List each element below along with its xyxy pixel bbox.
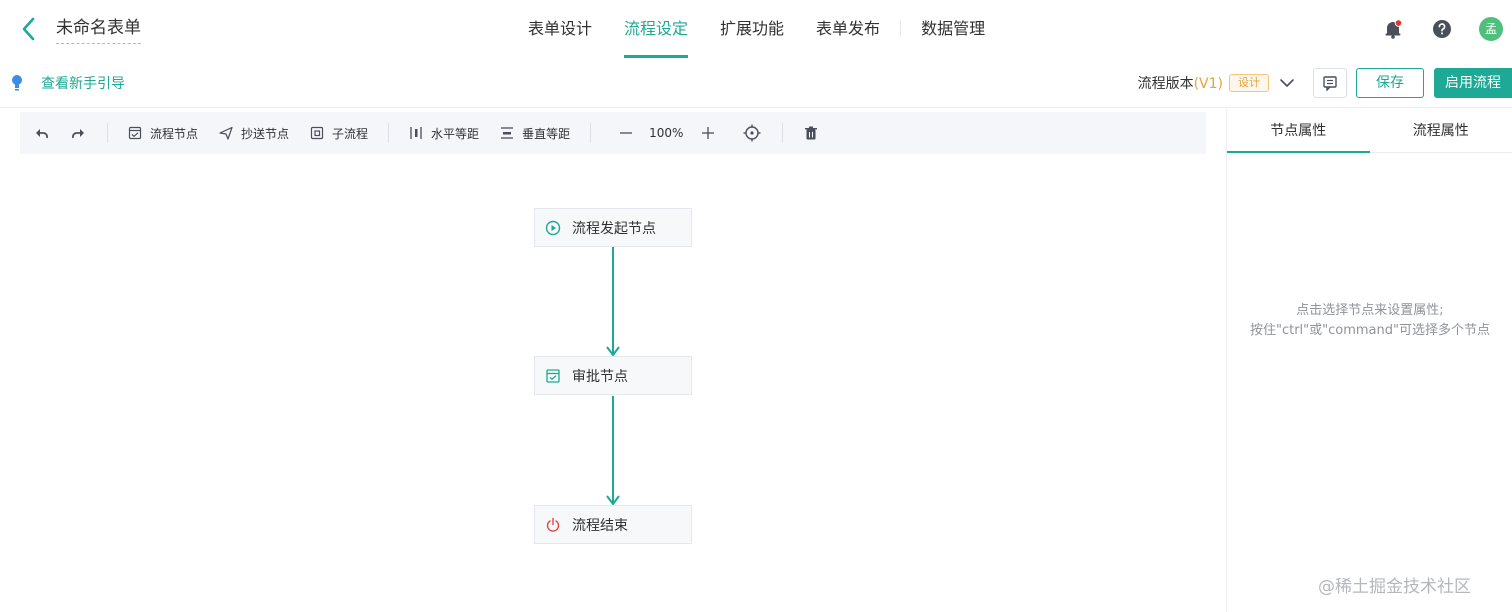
- play-circle-icon: [545, 220, 561, 235]
- edge-start-to-approve[interactable]: [606, 247, 620, 356]
- guide-link[interactable]: 查看新手引导: [10, 73, 125, 93]
- approve-icon: [546, 368, 560, 383]
- lightbulb-icon: [12, 75, 22, 91]
- tab-divider: [900, 21, 902, 37]
- avatar-text: 孟: [1479, 17, 1503, 41]
- chevron-down-icon[interactable]: [1279, 75, 1295, 91]
- flow-node-label: 流程发起节点: [572, 220, 656, 237]
- edge-approve-to-end[interactable]: [606, 396, 620, 505]
- main-tabs: 表单设计 流程设定 扩展功能 表单发布 数据管理: [512, 0, 1001, 58]
- flow-node-label: 审批节点: [572, 368, 628, 385]
- message-icon: [1323, 76, 1337, 91]
- version-status-badge: 设计: [1229, 74, 1269, 92]
- top-header: 未命名表单 表单设计 流程设定 扩展功能 表单发布 数据管理 孟: [0, 0, 1512, 58]
- watermark: @稀土掘金技术社区: [1318, 577, 1471, 597]
- flow-node-approve[interactable]: 审批节点: [534, 356, 692, 395]
- tab-form-design[interactable]: 表单设计: [512, 0, 608, 58]
- version-actions: 流程版本(V1) 设计 保存 启用流程: [1138, 68, 1512, 98]
- tab-process-settings[interactable]: 流程设定: [608, 0, 704, 58]
- form-title[interactable]: 未命名表单: [56, 17, 141, 44]
- save-button[interactable]: 保存: [1356, 68, 1424, 98]
- panel-empty-hint: 点击选择节点来设置属性; 按住"ctrl"或"command"可选择多个节点: [1227, 301, 1512, 341]
- hint-line-1: 点击选择节点来设置属性;: [1296, 303, 1444, 318]
- tab-form-publish[interactable]: 表单发布: [800, 0, 896, 58]
- bell-icon[interactable]: [1380, 16, 1406, 42]
- message-button[interactable]: [1313, 68, 1347, 98]
- properties-panel: 节点属性 流程属性 点击选择节点来设置属性; 按住"ctrl"或"command…: [1226, 109, 1512, 612]
- hint-line-2: 按住"ctrl"或"command"可选择多个节点: [1249, 323, 1490, 338]
- flow-node-start[interactable]: 流程发起节点: [534, 208, 692, 247]
- guide-label: 查看新手引导: [41, 76, 125, 92]
- enable-process-button[interactable]: 启用流程: [1434, 68, 1512, 98]
- power-icon: [546, 517, 560, 532]
- panel-tabs: 节点属性 流程属性: [1227, 109, 1512, 153]
- chevron-left-icon[interactable]: [18, 16, 40, 42]
- tab-extensions[interactable]: 扩展功能: [704, 0, 800, 58]
- sub-toolbar: 查看新手引导 流程版本(V1) 设计 保存 启用流程: [0, 58, 1512, 108]
- tab-process-properties[interactable]: 流程属性: [1370, 109, 1512, 152]
- tab-data-management[interactable]: 数据管理: [905, 0, 1001, 58]
- help-icon[interactable]: [1429, 16, 1455, 42]
- flow-canvas[interactable]: 流程节点 抄送节点 子流程 水平等距 垂直等距 100% 流程发起节点 审批节点…: [0, 109, 1226, 612]
- version-value: (V1): [1193, 76, 1223, 92]
- flow-node-label: 流程结束: [572, 517, 628, 534]
- version-label: 流程版本(V1): [1137, 76, 1223, 92]
- tab-node-properties[interactable]: 节点属性: [1227, 109, 1370, 153]
- flow-node-end[interactable]: 流程结束: [534, 505, 692, 544]
- header-actions: 孟: [1357, 16, 1504, 42]
- avatar[interactable]: 孟: [1478, 16, 1504, 42]
